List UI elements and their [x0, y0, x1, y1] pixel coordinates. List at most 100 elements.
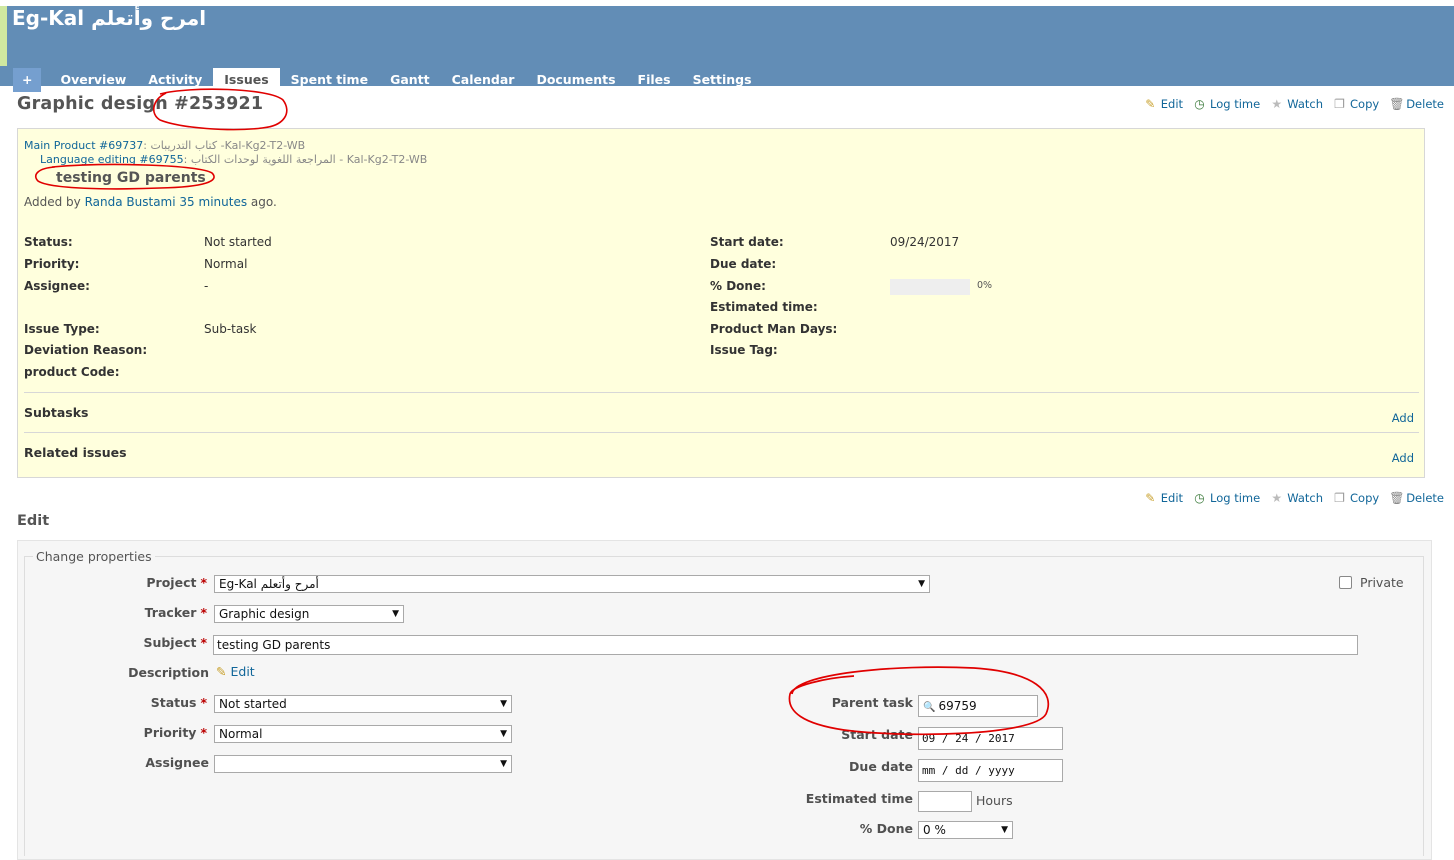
parent-task-input[interactable]: 🔍 69759 [918, 695, 1038, 717]
assignee-value: - [204, 279, 209, 293]
priority-field-label: Priority * [143, 725, 207, 740]
trash-icon: 🗑 [1389, 490, 1405, 505]
project-select[interactable]: Eg-Kal أمرح وأتعلم ▼ [214, 575, 930, 593]
required-marker: * [200, 725, 207, 740]
status-select[interactable]: Not started ▼ [214, 695, 512, 713]
required-marker: * [200, 635, 207, 650]
tracker-select[interactable]: Graphic design ▼ [214, 605, 404, 623]
done-field-label: % Done [859, 821, 913, 836]
watch-link[interactable]: ★ Watch [1270, 97, 1323, 111]
contextual-actions-bottom: ✎ Edit ◷ Log time ★ Watch ❐ Copy 🗑 Delete [1144, 491, 1444, 505]
copy-link[interactable]: ❐ Copy [1333, 491, 1379, 505]
watch-link[interactable]: ★ Watch [1270, 491, 1323, 505]
done-label: % Done: [710, 279, 766, 293]
edit-link[interactable]: ✎ Edit [1144, 491, 1183, 505]
status-label: Status: [24, 235, 73, 249]
tab-spent-time[interactable]: Spent time [280, 68, 379, 92]
magnifier-icon: 🔍 [923, 702, 936, 713]
deviation-reason-label: Deviation Reason: [24, 343, 148, 357]
issue-type-value: Sub-task [204, 322, 257, 336]
start-date-label: Start date: [710, 235, 784, 249]
project-label: Project * [146, 575, 207, 590]
time-ago-link[interactable]: 35 minutes [179, 195, 247, 209]
private-checkbox[interactable] [1339, 576, 1352, 589]
pencil-icon: ✎ [216, 664, 227, 679]
priority-select[interactable]: Normal ▼ [214, 725, 512, 743]
copy-icon: ❐ [1334, 96, 1345, 111]
tab-new-object[interactable]: + [13, 68, 42, 92]
dropdown-arrow-icon: ▼ [1001, 825, 1008, 835]
start-date-field-label: Start date [841, 727, 913, 742]
private-label: Private [1360, 575, 1404, 590]
tab-settings[interactable]: Settings [682, 68, 763, 92]
issue-tag-label: Issue Tag: [710, 343, 778, 357]
tab-gantt[interactable]: Gantt [379, 68, 441, 92]
estimated-time-input[interactable] [918, 791, 972, 812]
log-time-link[interactable]: ◷ Log time [1193, 97, 1260, 111]
parent-issue-2: Language editing #69755: المراجعة اللغوي… [40, 153, 428, 166]
priority-value: Normal [204, 257, 248, 271]
estimated-time-label: Estimated time: [710, 300, 818, 314]
pencil-icon: ✎ [1145, 96, 1156, 111]
delete-link[interactable]: 🗑 Delete [1389, 97, 1444, 111]
author-link[interactable]: Randa Bustami [85, 195, 176, 209]
dropdown-arrow-icon: ▼ [500, 699, 507, 709]
project-header: Eg-Kal امرح وأتعلم + Overview Activity I… [0, 6, 1454, 92]
tab-overview[interactable]: Overview [49, 68, 137, 92]
done-select[interactable]: 0 % ▼ [918, 821, 1013, 839]
issue-title: Graphic design #253921 [17, 94, 264, 114]
tab-calendar[interactable]: Calendar [441, 68, 526, 92]
priority-label: Priority: [24, 257, 80, 271]
estimated-time-field-label: Estimated time [805, 791, 913, 806]
dropdown-arrow-icon: ▼ [500, 729, 507, 739]
change-properties-legend: Change properties [33, 549, 155, 564]
required-marker: * [200, 695, 207, 710]
star-icon: ★ [1271, 96, 1283, 111]
pencil-icon: ✎ [1145, 490, 1156, 505]
subject-input[interactable]: testing GD parents [213, 635, 1358, 655]
assignee-select[interactable]: ▼ [214, 755, 512, 773]
parent-task-label: Parent task [831, 695, 913, 710]
due-date-field-label: Due date [849, 759, 913, 774]
parent-issue-2-link[interactable]: Language editing #69755 [40, 153, 184, 166]
tab-documents[interactable]: Documents [525, 68, 626, 92]
edit-link[interactable]: ✎ Edit [1144, 97, 1183, 111]
main-menu: + Overview Activity Issues Spent time Ga… [13, 68, 763, 92]
contextual-actions-top: ✎ Edit ◷ Log time ★ Watch ❐ Copy 🗑 Delete [1144, 97, 1444, 111]
delete-link[interactable]: 🗑 Delete [1389, 491, 1444, 505]
tracker-label: Tracker * [144, 605, 207, 620]
clock-icon: ◷ [1194, 490, 1205, 505]
related-issues-heading: Related issues [24, 445, 127, 460]
required-marker: * [200, 605, 207, 620]
add-subtask-link[interactable]: Add [1392, 411, 1414, 425]
window-edge [0, 6, 7, 66]
parent-issue-1: Main Product #69737: كتاب التدريبات -Kal… [24, 139, 306, 152]
due-date-input[interactable]: mm / dd / yyyy [918, 759, 1063, 782]
log-time-link[interactable]: ◷ Log time [1193, 491, 1260, 505]
issue-subject: testing GD parents [56, 170, 206, 186]
divider [24, 392, 1419, 393]
add-related-issue-link[interactable]: Add [1392, 451, 1414, 465]
parent-issue-1-link[interactable]: Main Product #69737 [24, 139, 143, 152]
description-edit-link[interactable]: ✎ Edit [216, 664, 255, 679]
clock-icon: ◷ [1194, 96, 1205, 111]
description-label: Description [128, 665, 209, 680]
tab-activity[interactable]: Activity [137, 68, 213, 92]
divider [24, 432, 1419, 433]
required-marker: * [200, 575, 207, 590]
done-progress-bar [890, 279, 970, 295]
subtasks-heading: Subtasks [24, 405, 89, 420]
start-date-input[interactable]: 09 / 24 / 2017 [918, 727, 1063, 750]
copy-link[interactable]: ❐ Copy [1333, 97, 1379, 111]
trash-icon: 🗑 [1389, 96, 1405, 111]
done-progress-label: 0% [977, 280, 993, 291]
tab-files[interactable]: Files [627, 68, 682, 92]
copy-icon: ❐ [1334, 490, 1345, 505]
tab-issues[interactable]: Issues [213, 68, 280, 92]
status-value: Not started [204, 235, 272, 249]
assignee-label: Assignee: [24, 279, 90, 293]
issue-type-label: Issue Type: [24, 322, 100, 336]
dropdown-arrow-icon: ▼ [392, 609, 399, 619]
product-code-label: product Code: [24, 365, 120, 379]
subject-label: Subject * [143, 635, 207, 650]
